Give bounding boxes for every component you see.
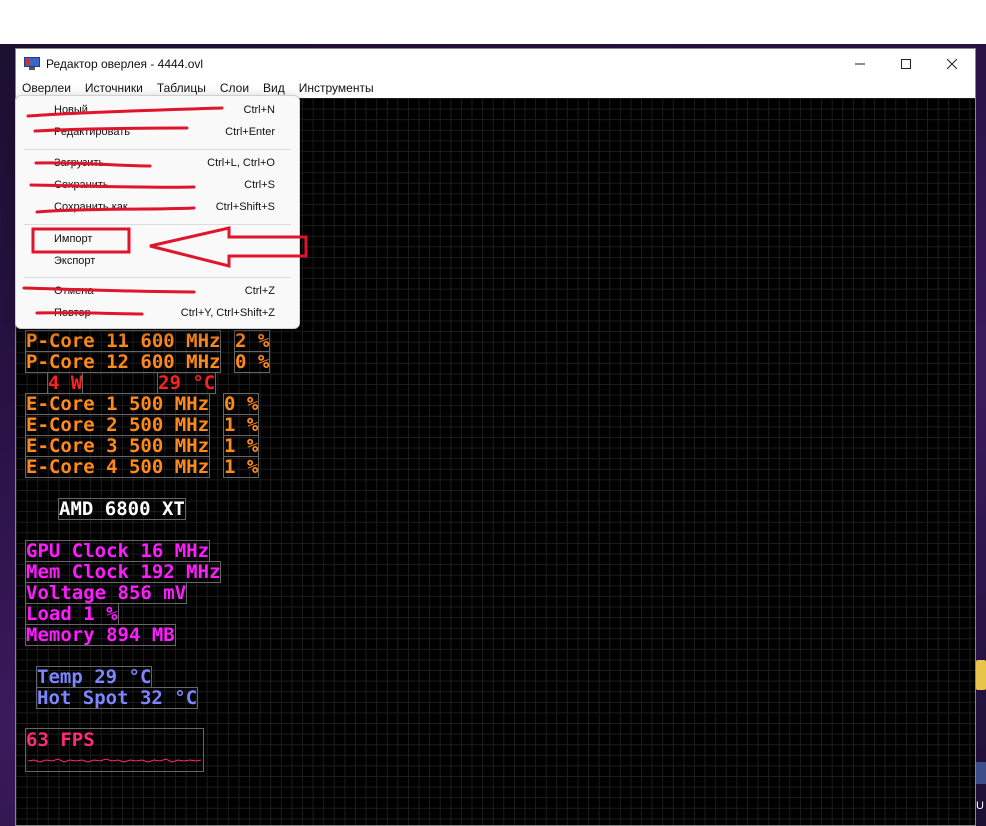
menu-item-edit[interactable]: Редактировать Ctrl+Enter: [16, 123, 299, 143]
gpu-temp[interactable]: Temp 29 °C: [35, 666, 153, 688]
menu-item-undo[interactable]: Отмена Ctrl+Z: [16, 282, 299, 302]
desktop-edge-item: [976, 660, 986, 690]
monitor-icon: [24, 57, 40, 70]
fps-graph-box[interactable]: 63 FPS: [25, 728, 204, 772]
close-icon: [947, 58, 957, 69]
title-bar[interactable]: Редактор оверлея - 4444.ovl: [16, 49, 975, 78]
overlays-dropdown-menu: Новый Ctrl+N Редактировать Ctrl+Enter За…: [15, 95, 300, 329]
ecore-4-label[interactable]: E-Core 4 500 MHz: [24, 456, 211, 478]
cpu-power[interactable]: 4 W: [46, 372, 84, 394]
gpu-hot-spot[interactable]: Hot Spot 32 °C: [35, 687, 199, 709]
minimize-icon: [855, 63, 865, 64]
maximize-icon: [901, 58, 911, 69]
minimize-button[interactable]: [837, 49, 883, 78]
menu-separator: [24, 277, 291, 278]
menu-separator: [24, 224, 291, 225]
ecore-2-load[interactable]: 1 %: [222, 414, 260, 436]
gpu-voltage[interactable]: Voltage 856 mV: [24, 582, 188, 604]
window-title: Редактор оверлея - 4444.ovl: [46, 56, 204, 71]
menu-item-import[interactable]: Импорт: [16, 230, 299, 250]
ecore-3-label[interactable]: E-Core 3 500 MHz: [24, 435, 211, 457]
maximize-button[interactable]: [883, 49, 929, 78]
cpu-temp[interactable]: 29 °C: [156, 372, 217, 394]
menu-item-save-as[interactable]: Сохранить как Ctrl+Shift+S: [16, 198, 299, 218]
menu-item-redo[interactable]: Повтор Ctrl+Y, Ctrl+Shift+Z: [16, 304, 299, 324]
menu-item-new[interactable]: Новый Ctrl+N: [16, 101, 299, 121]
menu-tools[interactable]: Инструменты: [292, 78, 381, 98]
gpu-name[interactable]: AMD 6800 XT: [58, 498, 186, 520]
ecore-1-label[interactable]: E-Core 1 500 MHz: [24, 393, 211, 415]
pcore-12-load[interactable]: 0 %: [233, 351, 271, 373]
ecore-2-label[interactable]: E-Core 2 500 MHz: [24, 414, 211, 436]
menu-separator: [24, 149, 291, 150]
pcore-11-label[interactable]: P-Core 11 600 MHz: [24, 330, 222, 352]
mem-clock[interactable]: Mem Clock 192 MHz: [24, 561, 222, 583]
pcore-11-load[interactable]: 2 %: [233, 330, 271, 352]
gpu-load[interactable]: Load 1 %: [25, 603, 119, 625]
gpu-clock[interactable]: GPU Clock 16 MHz: [24, 540, 211, 562]
ecore-3-load[interactable]: 1 %: [222, 435, 260, 457]
fps-graph: [27, 758, 202, 763]
menu-item-export[interactable]: Экспорт: [16, 252, 299, 272]
menu-item-load[interactable]: Загрузить Ctrl+L, Ctrl+O: [16, 154, 299, 174]
desktop-edge-text: U: [976, 800, 984, 812]
ecore-4-load[interactable]: 1 %: [222, 456, 260, 478]
menu-item-save[interactable]: Сохранить Ctrl+S: [16, 176, 299, 196]
close-button[interactable]: [929, 49, 975, 78]
gpu-memory[interactable]: Memory 894 MB: [25, 624, 176, 646]
ecore-1-load[interactable]: 0 %: [222, 393, 260, 415]
pcore-12-label[interactable]: P-Core 12 600 MHz: [24, 351, 222, 373]
